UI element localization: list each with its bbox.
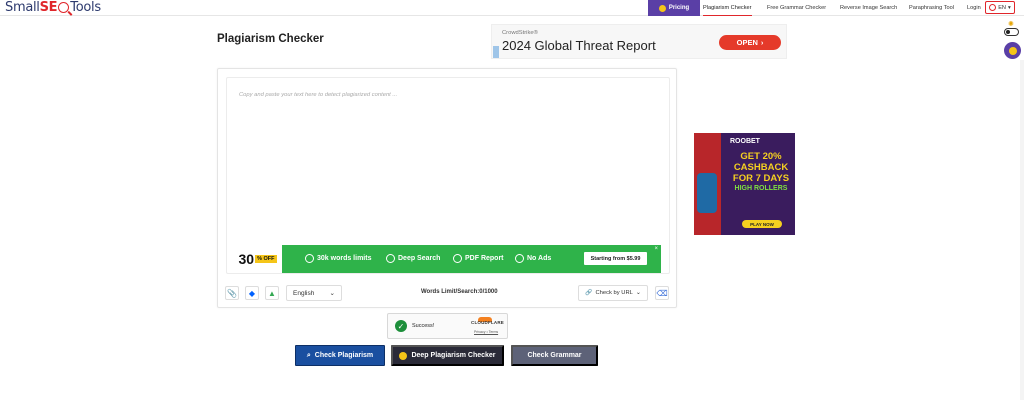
chevron-down-icon: ⌄ xyxy=(635,290,641,296)
ad-open-button[interactable]: OPEN › xyxy=(719,35,781,50)
language-select-value: English xyxy=(293,289,315,297)
check-plagiarism-label: Check Plagiarism xyxy=(314,352,374,359)
side-advertisement[interactable]: ROOBET GET 20% CASHBACK FOR 7 DAYS HIGH … xyxy=(694,133,795,235)
ad-side-game: HIGH ROLLERS xyxy=(734,185,788,192)
ad-headline: 2024 Global Threat Report xyxy=(502,38,656,53)
editor-toolbar: 📎 ◆ ▲ English ⌄ Words Limit/Search:0/100… xyxy=(225,284,669,302)
chevron-down-icon: ⌄ xyxy=(329,290,335,297)
crown-icon xyxy=(658,4,666,12)
checkmark-icon: ✓ xyxy=(395,320,407,332)
check-grammar-button[interactable]: Check Grammar xyxy=(511,345,598,366)
magnifier-logo-icon xyxy=(58,1,70,13)
editor-placeholder: Copy and paste your text here to detect … xyxy=(239,92,398,98)
top-advertisement[interactable]: CrowdStrike® 2024 Global Threat Report O… xyxy=(491,24,787,59)
paperclip-icon[interactable]: 📎 xyxy=(225,286,239,300)
nav-plagiarism-checker[interactable]: Plagiarism Checker xyxy=(703,0,752,16)
check-plagiarism-button[interactable]: ⌕ Check Plagiarism xyxy=(295,345,385,366)
feature-word-limit: 30k words limits xyxy=(305,254,371,263)
feature-label: PDF Report xyxy=(465,255,504,262)
ad-play-button[interactable]: PLAY NOW xyxy=(742,220,782,228)
word-limit-icon xyxy=(305,254,314,263)
feature-no-ads: No Ads xyxy=(515,254,551,263)
nav-paraphrasing-tool[interactable]: Paraphrasing Tool xyxy=(909,0,954,16)
ad-brand: CrowdStrike® xyxy=(502,30,538,36)
language-select[interactable]: English ⌄ xyxy=(286,285,342,301)
pdf-icon xyxy=(453,254,462,263)
ad-character-image xyxy=(694,133,721,235)
chevron-right-icon: › xyxy=(760,38,764,47)
word-limit-counter: Words Limit/Search:0/1000 xyxy=(421,289,498,295)
cloudflare-logo: CLOUDFLARE xyxy=(471,320,504,325)
feature-label: No Ads xyxy=(527,255,552,262)
pricing-label: Pricing xyxy=(668,5,690,11)
pricing-button[interactable]: Pricing xyxy=(648,0,700,16)
captcha-links[interactable]: Privacy • Terms xyxy=(474,330,498,334)
feature-label: 30k words limits xyxy=(317,255,372,262)
feature-pdf-report: PDF Report xyxy=(453,254,504,263)
sun-icon: ✺ xyxy=(1008,21,1014,28)
dropbox-icon[interactable]: ◆ xyxy=(245,286,259,300)
adchoices-icon[interactable] xyxy=(493,46,499,58)
check-by-url-label: Check by URL xyxy=(595,290,633,296)
eraser-icon[interactable]: ⌫ xyxy=(655,286,669,300)
link-icon: 🔗 xyxy=(585,290,593,296)
site-logo[interactable]: Small SE Tools xyxy=(5,0,101,15)
crown-icon xyxy=(399,351,408,360)
logo-prefix: Small xyxy=(5,0,40,15)
discount-badge: 30 % OFF xyxy=(233,245,282,273)
feature-deep-search: Deep Search xyxy=(386,254,440,263)
document-search-icon xyxy=(386,254,395,263)
premium-promo-banner[interactable]: 30 % OFF 30k words limits Deep Search PD… xyxy=(233,245,661,273)
ad-side-offer: GET 20% CASHBACK FOR 7 DAYS xyxy=(732,151,790,184)
no-ads-icon xyxy=(515,254,524,263)
feature-label: Deep Search xyxy=(398,255,441,262)
dark-mode-toggle[interactable] xyxy=(1004,28,1019,36)
page-title: Plagiarism Checker xyxy=(217,33,324,45)
nav-free-grammar-checker[interactable]: Free Grammar Checker xyxy=(767,0,826,16)
chevron-down-icon: ▾ xyxy=(1007,4,1011,11)
discount-number: 30 xyxy=(238,251,255,267)
crown-icon xyxy=(1008,46,1017,55)
logo-suffix: Tools xyxy=(70,0,101,15)
discount-percent: % OFF xyxy=(255,255,277,263)
language-code: EN xyxy=(998,4,1006,11)
check-grammar-label: Check Grammar xyxy=(527,352,582,359)
starting-price-button[interactable]: Starting from $5.99 xyxy=(584,252,647,265)
deep-check-label: Deep Plagiarism Checker xyxy=(411,352,496,359)
close-icon[interactable]: × xyxy=(654,246,658,252)
nav-login[interactable]: Login xyxy=(967,0,981,16)
ad-side-brand: ROOBET xyxy=(730,138,760,145)
logo-seo: SE xyxy=(39,0,58,15)
top-navigation: Small SE Tools Pricing Plagiarism Checker … xyxy=(0,0,1024,16)
check-by-url-button[interactable]: 🔗 Check by URL ⌄ xyxy=(578,285,648,301)
page: Small SE Tools Pricing Plagiarism Checker … xyxy=(0,0,1024,402)
ad-open-label: OPEN xyxy=(736,38,758,47)
captcha-status: Success! xyxy=(412,323,435,329)
scrollbar[interactable] xyxy=(1020,60,1024,400)
search-icon: ⌕ xyxy=(306,351,311,359)
deep-plagiarism-checker-button[interactable]: Deep Plagiarism Checker xyxy=(391,345,504,366)
premium-badge-button[interactable] xyxy=(1004,42,1021,59)
globe-icon xyxy=(989,4,997,11)
google-drive-icon[interactable]: ▲ xyxy=(265,286,279,300)
nav-reverse-image-search[interactable]: Reverse Image Search xyxy=(840,0,897,16)
cloudflare-captcha[interactable]: ✓ Success! CLOUDFLARE Privacy • Terms xyxy=(387,313,508,339)
language-selector[interactable]: EN ▾ xyxy=(985,1,1015,14)
